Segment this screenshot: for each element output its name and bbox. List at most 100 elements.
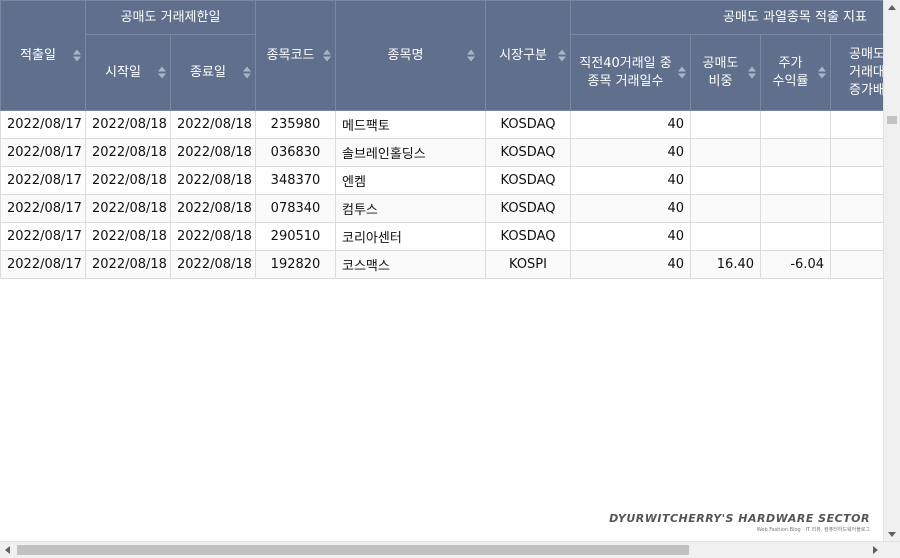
sort-icon[interactable]	[243, 66, 251, 79]
cell-market: KOSDAQ	[485, 222, 571, 251]
short-sell-table: 적출일 공매도 거래제한일 종목코드 종목명 시장구분 공매도 과열종목 적출 …	[0, 0, 884, 279]
sort-icon[interactable]	[73, 49, 81, 62]
cell-days: 40	[570, 222, 691, 251]
cell-name: 코리아센터	[335, 222, 486, 251]
table-body: 2022/08/17 2022/08/18 2022/08/18 235980 메드팩토…	[0, 110, 884, 279]
cell-ret	[760, 110, 831, 139]
cell-market: KOSDAQ	[485, 110, 571, 139]
cell-date: 2022/08/17	[0, 194, 86, 223]
cell-code: 290510	[255, 222, 336, 251]
table-row[interactable]: 2022/08/17 2022/08/18 2022/08/18 348370 엔켐 KO…	[0, 166, 884, 195]
header-return[interactable]: 주가 수익률	[760, 34, 831, 111]
cell-more	[829, 166, 884, 195]
cell-start: 2022/08/18	[85, 194, 171, 223]
cell-date: 2022/08/17	[0, 222, 86, 251]
cell-ratio	[690, 222, 761, 251]
sort-icon[interactable]	[467, 49, 475, 62]
cell-market: KOSDAQ	[485, 166, 571, 195]
cell-code: 036830	[255, 138, 336, 167]
header-group-limit: 공매도 거래제한일	[85, 0, 256, 35]
cell-date: 2022/08/17	[0, 110, 86, 139]
cell-more	[829, 110, 884, 139]
cell-more	[829, 194, 884, 223]
cell-code: 235980	[255, 110, 336, 139]
cell-ratio	[690, 166, 761, 195]
cell-name: 솔브레인홀딩스	[335, 138, 486, 167]
header-days[interactable]: 직전40거래일 중 종목 거래일수	[570, 34, 691, 111]
cell-days: 40	[570, 250, 691, 279]
cell-ret: -6.04	[760, 250, 831, 279]
cell-code: 348370	[255, 166, 336, 195]
cell-ret	[760, 166, 831, 195]
cell-name: 엔켐	[335, 166, 486, 195]
cell-market: KOSPI	[485, 250, 571, 279]
cell-days: 40	[570, 166, 691, 195]
header-group-indicator: 공매도 과열종목 적출 지표	[569, 0, 884, 35]
vertical-scrollbar[interactable]	[883, 0, 900, 542]
cell-market: KOSDAQ	[485, 138, 571, 167]
cell-code: 192820	[255, 250, 336, 279]
table-row[interactable]: 2022/08/17 2022/08/18 2022/08/18 192820 코스맥스…	[0, 250, 884, 279]
cell-ratio	[690, 110, 761, 139]
watermark-title: DYURWITCHERRY'S HARDWARE SECTOR	[609, 512, 870, 525]
header-name[interactable]: 종목명	[335, 0, 486, 111]
cell-ret	[760, 194, 831, 223]
cell-more	[829, 250, 884, 279]
scroll-left-icon[interactable]	[5, 546, 10, 554]
cell-end: 2022/08/18	[170, 166, 256, 195]
table-row[interactable]: 2022/08/17 2022/08/18 2022/08/18 290510 코리아센…	[0, 222, 884, 251]
table-row[interactable]: 2022/08/17 2022/08/18 2022/08/18 078340 컴투스 K…	[0, 194, 884, 223]
cell-more	[829, 222, 884, 251]
header-market[interactable]: 시장구분	[485, 0, 571, 111]
cell-date: 2022/08/17	[0, 138, 86, 167]
cell-ret	[760, 138, 831, 167]
sort-icon[interactable]	[558, 49, 566, 62]
scroll-down-icon[interactable]	[888, 532, 896, 537]
cell-start: 2022/08/18	[85, 138, 171, 167]
header-start[interactable]: 시작일	[85, 34, 171, 111]
cell-market: KOSDAQ	[485, 194, 571, 223]
scroll-thumb[interactable]	[17, 545, 689, 555]
header-date[interactable]: 적출일	[0, 0, 86, 111]
watermark-subtitle: Web Fashion Blog · IT 리뷰, 컴퓨터하드웨어블로그	[756, 527, 870, 533]
cell-ratio	[690, 194, 761, 223]
cell-start: 2022/08/18	[85, 110, 171, 139]
cell-date: 2022/08/17	[0, 250, 86, 279]
table-row[interactable]: 2022/08/17 2022/08/18 2022/08/18 036830 솔브레인…	[0, 138, 884, 167]
header-code[interactable]: 종목코드	[255, 0, 336, 111]
cell-days: 40	[570, 138, 691, 167]
scroll-up-icon[interactable]	[888, 5, 896, 10]
cell-end: 2022/08/18	[170, 138, 256, 167]
cell-ratio: 16.40	[690, 250, 761, 279]
sort-icon[interactable]	[323, 49, 331, 62]
cell-start: 2022/08/18	[85, 166, 171, 195]
cell-start: 2022/08/18	[85, 222, 171, 251]
cell-end: 2022/08/18	[170, 222, 256, 251]
sort-icon[interactable]	[748, 66, 756, 79]
watermark: DYURWITCHERRY'S HARDWARE SECTOR Web Fash…	[609, 512, 870, 533]
cell-days: 40	[570, 110, 691, 139]
cell-code: 078340	[255, 194, 336, 223]
cell-start: 2022/08/18	[85, 250, 171, 279]
table-row[interactable]: 2022/08/17 2022/08/18 2022/08/18 235980 메드팩토…	[0, 110, 884, 139]
cell-days: 40	[570, 194, 691, 223]
header-end[interactable]: 종료일	[170, 34, 256, 111]
sort-icon[interactable]	[678, 66, 686, 79]
cell-name: 코스맥스	[335, 250, 486, 279]
header-more[interactable]: 공매도거래대금증가배율	[829, 34, 884, 111]
scroll-thumb[interactable]	[887, 116, 897, 124]
cell-end: 2022/08/18	[170, 194, 256, 223]
sort-icon[interactable]	[818, 66, 826, 79]
sort-icon[interactable]	[158, 66, 166, 79]
cell-more: -	[829, 138, 884, 167]
data-grid: 적출일 공매도 거래제한일 종목코드 종목명 시장구분 공매도 과열종목 적출 …	[0, 0, 884, 542]
cell-name: 컴투스	[335, 194, 486, 223]
horizontal-scrollbar[interactable]	[0, 541, 900, 558]
cell-ret	[760, 222, 831, 251]
scroll-right-icon[interactable]	[873, 546, 878, 554]
cell-end: 2022/08/18	[170, 110, 256, 139]
cell-end: 2022/08/18	[170, 250, 256, 279]
cell-name: 메드팩토	[335, 110, 486, 139]
header-ratio[interactable]: 공매도 비중	[690, 34, 761, 111]
cell-date: 2022/08/17	[0, 166, 86, 195]
